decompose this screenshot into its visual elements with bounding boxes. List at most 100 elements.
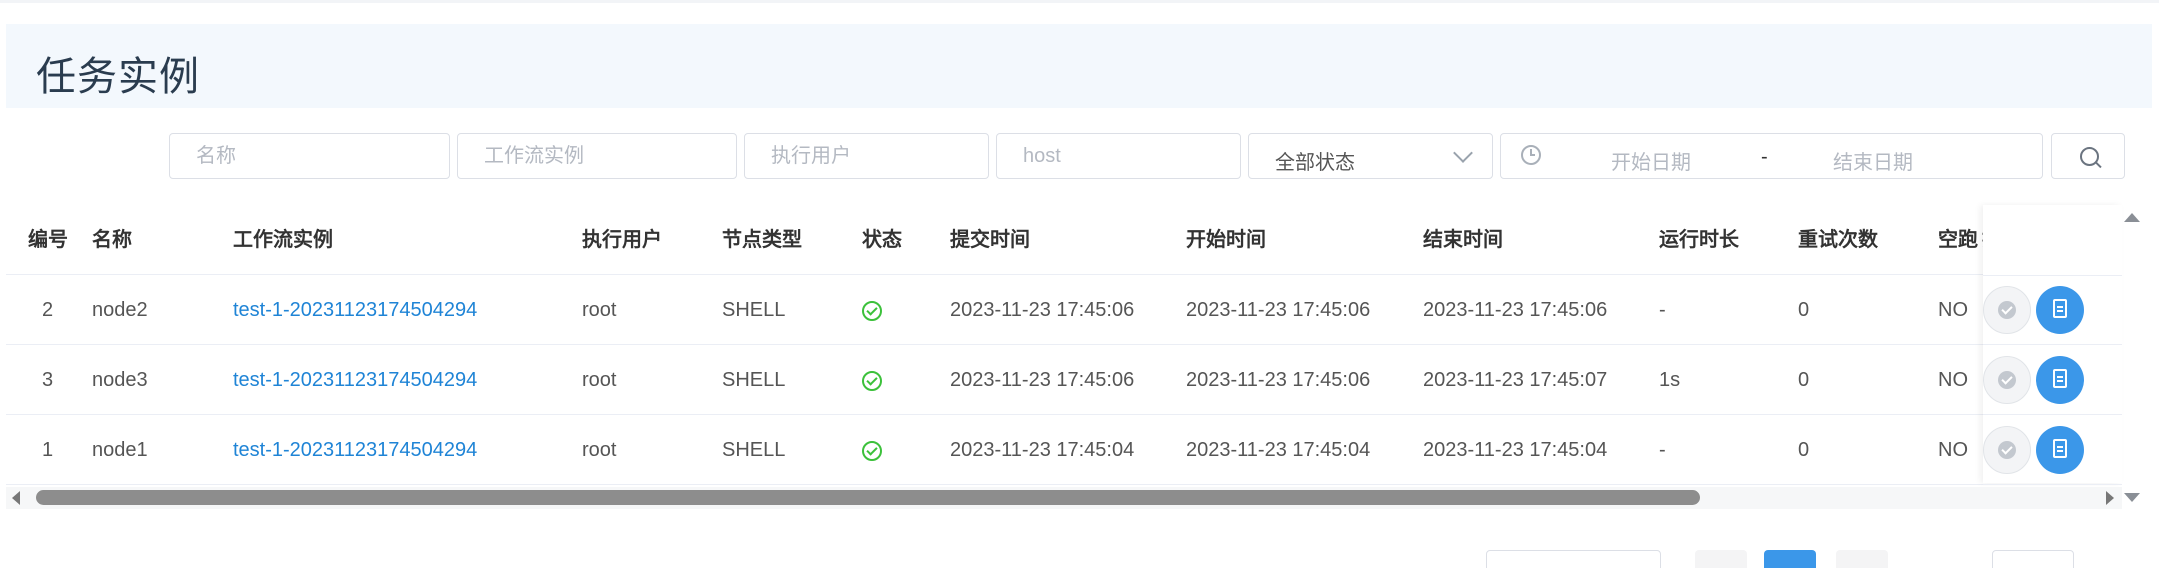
cell-status [862, 345, 882, 415]
page-size-select[interactable] [1486, 550, 1661, 568]
start-date-placeholder: 开始日期 [1611, 152, 1691, 174]
cell-node-type: SHELL [722, 439, 786, 461]
view-log-icon [2053, 299, 2067, 318]
workflow-instance-link[interactable]: test-1-20231123174504294 [233, 345, 477, 415]
force-success-button[interactable] [1983, 356, 2031, 404]
col-header-duration: 运行时长 [1659, 229, 1739, 251]
col-header-retry-times: 重试次数 [1798, 229, 1878, 251]
actions-row [1983, 415, 2122, 485]
fixed-actions-column [1983, 205, 2122, 485]
date-range-picker[interactable]: 开始日期 - 结束日期 [1500, 133, 2043, 179]
goto-page-input[interactable] [1992, 550, 2074, 568]
cell-node-type: SHELL [722, 369, 786, 391]
cell-end-time: 2023-11-23 17:45:06 [1423, 299, 1608, 321]
cell-name: node3 [92, 369, 148, 391]
current-page-button[interactable] [1764, 550, 1816, 568]
view-log-button[interactable] [2036, 286, 2084, 334]
filter-bar: 全部状态 开始日期 - 结束日期 [0, 133, 2159, 181]
name-input[interactable] [169, 133, 450, 179]
scroll-down-arrow-icon[interactable] [2124, 493, 2140, 502]
page-title: 任务实例 [36, 54, 200, 100]
col-header-name: 名称 [92, 229, 132, 251]
status-select[interactable]: 全部状态 [1248, 133, 1493, 179]
cell-submit-time: 2023-11-23 17:45:06 [950, 369, 1135, 391]
cell-id: 1 [42, 439, 54, 461]
cell-status [862, 415, 882, 485]
view-log-icon [2053, 369, 2067, 388]
cell-dry-run: NO [1938, 439, 1968, 461]
cell-dry-run: NO [1938, 369, 1968, 391]
cell-start-time: 2023-11-23 17:45:06 [1186, 299, 1371, 321]
prev-page-button[interactable] [1695, 550, 1747, 568]
col-header-submit-time: 提交时间 [950, 229, 1030, 251]
cell-end-time: 2023-11-23 17:45:07 [1423, 369, 1608, 391]
next-page-button[interactable] [1836, 550, 1888, 568]
force-success-button[interactable] [1983, 426, 2031, 474]
force-success-button[interactable] [1983, 286, 2031, 334]
cell-id: 2 [42, 299, 54, 321]
workflow-instance-link[interactable]: test-1-20231123174504294 [233, 275, 477, 345]
table-header-row: 编号 名称 工作流实例 执行用户 节点类型 状态 提交时间 开始时间 结束时间 … [6, 205, 2122, 275]
col-header-workflow-instance: 工作流实例 [233, 229, 333, 251]
cell-retry-times: 0 [1798, 369, 1810, 391]
actions-header-cell [1983, 205, 2122, 276]
table-row: 1 node1 test-1-20231123174504294 root SH… [6, 415, 2122, 485]
cell-node-type: SHELL [722, 299, 786, 321]
success-check-icon [862, 370, 882, 391]
search-button[interactable] [2051, 133, 2125, 179]
end-date-placeholder: 结束日期 [1833, 152, 1913, 174]
col-header-start-time: 开始时间 [1186, 229, 1266, 251]
force-success-icon [1998, 301, 2016, 319]
force-success-icon [1998, 441, 2016, 459]
scroll-left-arrow-icon[interactable] [12, 491, 20, 505]
col-header-executor: 执行用户 [582, 229, 662, 251]
top-divider [0, 0, 2159, 3]
cell-dry-run: NO [1938, 299, 1968, 321]
cell-duration: 1s [1659, 369, 1681, 391]
actions-row [1983, 345, 2122, 415]
scroll-up-arrow-icon[interactable] [2124, 213, 2140, 222]
table-row: 2 node2 test-1-20231123174504294 root SH… [6, 275, 2122, 345]
cell-status [862, 275, 882, 345]
view-log-button[interactable] [2036, 426, 2084, 474]
success-check-icon [862, 440, 882, 461]
workflow-instance-input[interactable] [457, 133, 737, 179]
col-header-status: 状态 [862, 229, 902, 251]
cell-id: 3 [42, 369, 54, 391]
cell-duration: - [1659, 299, 1666, 321]
cell-start-time: 2023-11-23 17:45:06 [1186, 369, 1371, 391]
workflow-instance-link[interactable]: test-1-20231123174504294 [233, 415, 477, 485]
col-header-end-time: 结束时间 [1423, 229, 1503, 251]
cell-name: node1 [92, 439, 148, 461]
host-input[interactable] [996, 133, 1241, 179]
date-separator: - [1761, 146, 1768, 168]
cell-retry-times: 0 [1798, 439, 1810, 461]
cell-executor: root [582, 299, 617, 321]
col-header-node-type: 节点类型 [722, 229, 802, 251]
pagination [0, 550, 2159, 568]
cell-executor: root [582, 439, 617, 461]
table-row: 3 node3 test-1-20231123174504294 root SH… [6, 345, 2122, 415]
success-check-icon [862, 300, 882, 321]
search-icon [2080, 147, 2099, 166]
scrollbar-thumb[interactable] [36, 490, 1700, 505]
task-instance-table: 编号 名称 工作流实例 执行用户 节点类型 状态 提交时间 开始时间 结束时间 … [6, 205, 2122, 485]
clock-icon [1521, 145, 1541, 165]
force-success-icon [1998, 371, 2016, 389]
cell-executor: root [582, 369, 617, 391]
executor-input[interactable] [744, 133, 989, 179]
cell-retry-times: 0 [1798, 299, 1810, 321]
cell-submit-time: 2023-11-23 17:45:04 [950, 439, 1135, 461]
col-header-dry-run: 空跑 [1938, 229, 1978, 251]
view-log-button[interactable] [2036, 356, 2084, 404]
cell-start-time: 2023-11-23 17:45:04 [1186, 439, 1371, 461]
page-header: 任务实例 [6, 24, 2152, 108]
status-select-value: 全部状态 [1275, 152, 1355, 174]
col-header-id: 编号 [28, 229, 68, 251]
view-log-icon [2053, 439, 2067, 458]
actions-row [1983, 275, 2122, 345]
cell-submit-time: 2023-11-23 17:45:06 [950, 299, 1135, 321]
cell-end-time: 2023-11-23 17:45:04 [1423, 439, 1608, 461]
horizontal-scrollbar[interactable] [6, 487, 2122, 509]
scroll-right-arrow-icon[interactable] [2106, 491, 2114, 505]
